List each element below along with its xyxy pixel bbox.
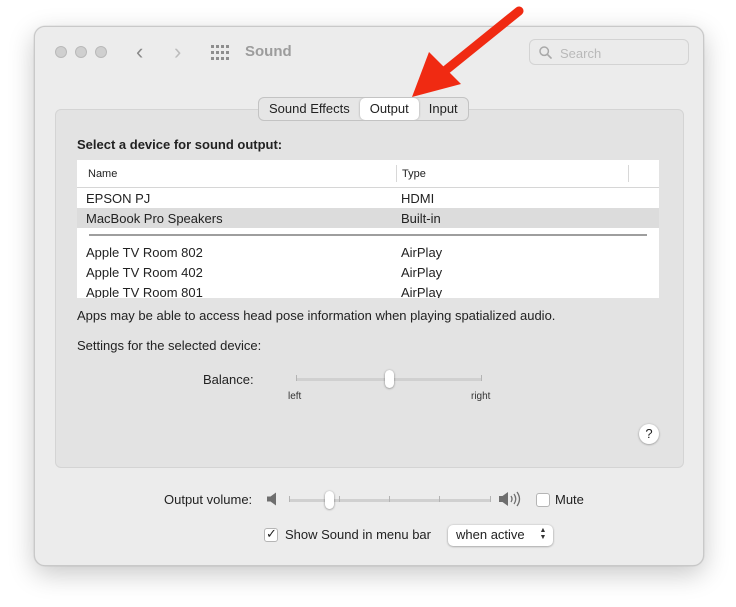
slider-tick	[490, 496, 491, 502]
device-row-epson-pj[interactable]: EPSON PJ HDMI	[77, 188, 659, 208]
show-in-menu-bar-label[interactable]: Show Sound in menu bar	[285, 527, 431, 542]
slider-tick	[439, 496, 440, 502]
menu-bar-visibility-select[interactable]: when active ▲ ▼	[448, 525, 553, 546]
device-name: MacBook Pro Speakers	[86, 211, 223, 226]
device-name: Apple TV Room 802	[86, 245, 203, 260]
device-type: HDMI	[401, 191, 435, 206]
device-row-apple-tv-802[interactable]: Apple TV Room 802 AirPlay	[77, 242, 659, 262]
mute-label[interactable]: Mute	[555, 492, 584, 507]
help-button[interactable]: ?	[639, 424, 659, 444]
title-bar: ‹ › Sound	[35, 27, 703, 79]
tab-output[interactable]: Output	[359, 98, 419, 120]
balance-slider-knob[interactable]	[384, 370, 394, 388]
search-icon	[539, 46, 552, 59]
device-row-apple-tv-402[interactable]: Apple TV Room 402 AirPlay	[77, 262, 659, 282]
device-type: AirPlay	[401, 265, 443, 280]
slider-tick	[289, 496, 290, 502]
column-header-type[interactable]: Type	[402, 168, 426, 180]
device-type: AirPlay	[401, 285, 443, 298]
search-field[interactable]	[529, 39, 689, 65]
balance-left-label: left	[288, 391, 302, 402]
device-name: Apple TV Room 801	[86, 285, 203, 298]
close-window-button[interactable]	[55, 46, 67, 58]
device-name: Apple TV Room 402	[86, 265, 203, 280]
checkmark-icon: ✓	[266, 526, 277, 541]
column-separator	[628, 165, 629, 182]
slider-tick	[389, 496, 390, 502]
tab-input[interactable]: Input	[419, 98, 468, 120]
select-chevrons-icon: ▲ ▼	[539, 527, 547, 541]
device-name: EPSON PJ	[86, 191, 151, 206]
slider-tick	[481, 375, 482, 381]
column-separator	[396, 165, 397, 182]
device-row-apple-tv-801[interactable]: Apple TV Room 801 AirPlay	[77, 282, 659, 298]
spatial-audio-note: Apps may be able to access head pose inf…	[77, 308, 556, 323]
table-header: Name Type	[77, 160, 659, 188]
slider-tick	[339, 496, 340, 502]
mute-checkbox[interactable]	[536, 493, 550, 507]
show-all-grid-icon[interactable]	[211, 45, 229, 61]
tab-sound-effects[interactable]: Sound Effects	[259, 98, 360, 120]
window-title: Sound	[245, 43, 292, 60]
search-input[interactable]	[558, 43, 686, 63]
speaker-high-icon[interactable]	[499, 491, 523, 507]
output-volume-label: Output volume:	[164, 492, 253, 507]
device-settings-label: Settings for the selected device:	[77, 338, 262, 353]
forward-arrow-icon[interactable]: ›	[174, 39, 181, 65]
minimize-window-button[interactable]	[75, 46, 87, 58]
device-row-macbook-pro-speakers[interactable]: MacBook Pro Speakers Built-in	[77, 208, 659, 228]
back-arrow-icon[interactable]: ‹	[136, 39, 143, 65]
speaker-low-icon[interactable]	[267, 492, 279, 506]
volume-slider-knob[interactable]	[324, 491, 334, 509]
select-value: when active	[456, 527, 525, 542]
volume-slider-track[interactable]	[289, 499, 491, 502]
show-in-menu-bar-checkbox[interactable]: ✓	[264, 526, 278, 542]
balance-label: Balance:	[203, 372, 254, 387]
output-device-table: Name Type EPSON PJ HDMI MacBook Pro Spea…	[77, 160, 659, 298]
sound-preferences-window: ‹ › Sound Sound Effects Output Input Sel…	[34, 26, 704, 566]
device-type: Built-in	[401, 211, 441, 226]
slider-tick	[296, 375, 297, 381]
device-type: AirPlay	[401, 245, 443, 260]
column-header-name[interactable]: Name	[88, 168, 117, 180]
zoom-window-button[interactable]	[95, 46, 107, 58]
device-group-divider	[77, 228, 659, 242]
output-device-heading: Select a device for sound output:	[77, 137, 283, 152]
tab-bar: Sound Effects Output Input	[258, 97, 469, 121]
balance-right-label: right	[471, 391, 491, 402]
